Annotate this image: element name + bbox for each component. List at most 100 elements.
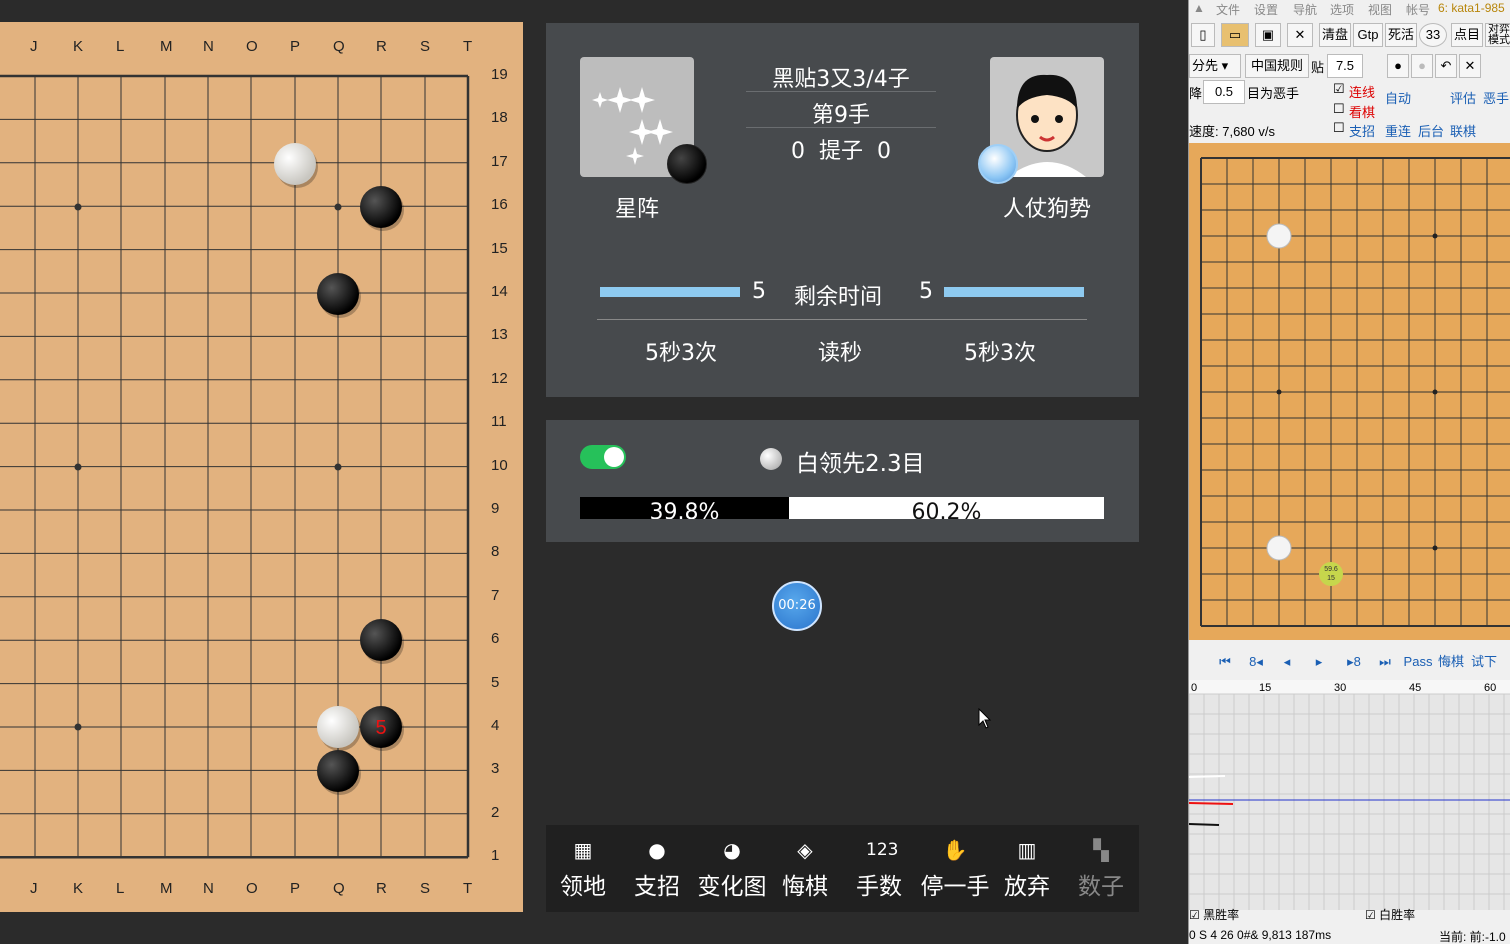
black-stone-icon: ● bbox=[1394, 58, 1402, 73]
analysis-board-grid[interactable]: 59.6 15 bbox=[1189, 143, 1510, 640]
column-label: N bbox=[203, 38, 214, 55]
handicap-select[interactable]: 分先 ▾ bbox=[1189, 54, 1241, 78]
white-stone-button[interactable]: ● bbox=[1411, 54, 1433, 78]
open-button[interactable]: ▭ bbox=[1221, 23, 1249, 47]
territory-button[interactable]: ▦ 领地 bbox=[547, 837, 619, 901]
menu-file[interactable]: 文件 bbox=[1216, 1, 1240, 18]
undo-nav-button[interactable]: 悔棋 bbox=[1437, 651, 1465, 673]
variation-button[interactable]: ◕ 变化图 bbox=[696, 837, 768, 901]
drop-input[interactable]: 0.5 bbox=[1203, 80, 1245, 104]
move-timer: 00:26 bbox=[772, 581, 822, 631]
winrate-graph-canvas[interactable]: 0 15 30 45 60 bbox=[1189, 680, 1510, 910]
first-move-button[interactable]: ⏮ bbox=[1215, 651, 1235, 673]
menu-options[interactable]: 选项 bbox=[1330, 1, 1354, 18]
close-button[interactable]: ✕ bbox=[1287, 23, 1313, 47]
column-label: Q bbox=[333, 38, 345, 55]
link-checkbox[interactable]: ☑ bbox=[1333, 81, 1345, 97]
star-point bbox=[74, 463, 82, 471]
folder-icon: ▭ bbox=[1228, 27, 1242, 42]
winrate-graph[interactable]: 0 15 30 45 60 bbox=[1189, 680, 1510, 910]
tool-label: 数子 bbox=[1078, 874, 1124, 900]
row-label: 7 bbox=[491, 586, 500, 604]
play-mode-button[interactable]: 对弈模式 bbox=[1485, 23, 1510, 47]
komi-input[interactable]: 7.5 bbox=[1327, 54, 1363, 78]
pass-button[interactable]: ✋ 停一手 bbox=[919, 837, 991, 901]
menu-view[interactable]: 视图 bbox=[1368, 1, 1392, 18]
black-winrate-value: 39.8% bbox=[649, 500, 720, 519]
cancel-button[interactable]: ✕ bbox=[1459, 54, 1481, 78]
black-winrate-bar: 39.8% bbox=[580, 497, 789, 519]
reconnect-button[interactable]: 重连 bbox=[1385, 121, 1411, 140]
prev-icon: ◂ bbox=[1283, 654, 1291, 669]
watch-checkbox[interactable]: ☐ bbox=[1333, 101, 1345, 117]
black-stone[interactable] bbox=[360, 186, 402, 228]
next-button[interactable]: ▸ bbox=[1309, 651, 1329, 673]
star-point bbox=[1432, 389, 1438, 395]
life-death-button[interactable]: 死活 bbox=[1385, 23, 1417, 47]
black-stone-button[interactable]: ● bbox=[1387, 54, 1409, 78]
pass-nav-button[interactable]: Pass bbox=[1403, 651, 1433, 673]
forward-8-button[interactable]: ▸8 bbox=[1341, 651, 1367, 673]
new-file-button[interactable]: ▯ bbox=[1191, 23, 1215, 47]
white-winrate-checkbox[interactable]: ☑ 白胜率 bbox=[1365, 906, 1415, 923]
column-label: M bbox=[160, 880, 173, 897]
navigation-bar: ⏮ 8◂ ◂ ▸ ▸8 ⏭ Pass 悔棋 试下 bbox=[1189, 645, 1510, 679]
byoyomi-label: 读秒 bbox=[818, 341, 863, 366]
eval-button[interactable]: 评估 bbox=[1450, 88, 1476, 107]
back-8-button[interactable]: 8◂ bbox=[1243, 651, 1269, 673]
engine-name[interactable]: 6: kata1-985 bbox=[1438, 1, 1505, 15]
back-button[interactable]: ↶ bbox=[1435, 54, 1457, 78]
try-button[interactable]: 试下 bbox=[1469, 651, 1499, 673]
go-board[interactable]: 5 J J K K L L M M N N O O P P Q Q R R S S T T 19 18 17 16 15 14 13 12… bbox=[0, 22, 523, 912]
last-move-number: 5 bbox=[375, 717, 386, 739]
white-stone[interactable] bbox=[1266, 223, 1292, 249]
column-label: R bbox=[376, 880, 387, 897]
white-stone[interactable] bbox=[317, 706, 359, 748]
rules-select[interactable]: 中国规则 bbox=[1245, 54, 1309, 78]
analysis-board[interactable]: 59.6 15 bbox=[1189, 143, 1510, 640]
gtp-button[interactable]: Gtp bbox=[1353, 23, 1383, 47]
menu-navigate[interactable]: 导航 bbox=[1293, 1, 1317, 18]
menu-account[interactable]: 帐号 bbox=[1406, 1, 1430, 18]
black-winrate-line bbox=[1189, 802, 1234, 805]
mouse-cursor-icon bbox=[978, 708, 992, 729]
save-button[interactable]: ▣ bbox=[1255, 23, 1281, 47]
row-label: 15 bbox=[491, 239, 508, 257]
bad-move-button[interactable]: 恶手 bbox=[1483, 88, 1509, 107]
column-label: M bbox=[160, 38, 173, 55]
clear-board-button[interactable]: 清盘 bbox=[1319, 23, 1351, 47]
count-button[interactable]: ▚ 数子 bbox=[1065, 837, 1137, 901]
move-numbers-button[interactable]: 123 手数 bbox=[843, 837, 915, 901]
white-stone[interactable] bbox=[274, 143, 316, 185]
black-stone[interactable] bbox=[317, 273, 359, 315]
row-label: 18 bbox=[491, 109, 508, 127]
white-stone[interactable] bbox=[1266, 535, 1292, 561]
row-label: 19 bbox=[491, 66, 508, 83]
undo-button[interactable]: ◈ 悔棋 bbox=[769, 837, 841, 901]
black-stone[interactable] bbox=[360, 619, 402, 661]
black-winrate-checkbox[interactable]: ☑ 黑胜率 bbox=[1189, 906, 1239, 923]
undo-icon: ◈ bbox=[797, 838, 813, 862]
prev-button[interactable]: ◂ bbox=[1277, 651, 1297, 673]
white-winrate-value: 60.2% bbox=[911, 500, 982, 519]
support-checkbox[interactable]: ☐ bbox=[1333, 120, 1345, 136]
count-points-button[interactable]: 点目 bbox=[1451, 23, 1483, 47]
graph-tick-label: 45 bbox=[1409, 682, 1421, 694]
white-stone-icon: ● bbox=[1418, 58, 1426, 73]
background-button[interactable]: 后台 bbox=[1418, 121, 1444, 140]
column-label: O bbox=[246, 880, 258, 897]
row-label: 13 bbox=[491, 326, 508, 344]
menu-settings[interactable]: 设置 bbox=[1254, 1, 1278, 18]
black-stone[interactable] bbox=[317, 750, 359, 792]
joint-button[interactable]: 联棋 bbox=[1450, 121, 1476, 140]
time-remaining-label: 剩余时间 bbox=[794, 285, 883, 310]
auto-button[interactable]: 自动 bbox=[1385, 88, 1411, 107]
hint-button[interactable]: ● 支招 bbox=[621, 837, 693, 901]
analysis-toggle[interactable] bbox=[580, 445, 626, 469]
last-move-button[interactable]: ⏭ bbox=[1375, 651, 1395, 673]
33-button[interactable]: 33 bbox=[1419, 23, 1447, 47]
white-time-bar bbox=[944, 287, 1084, 297]
board-grid[interactable]: 5 bbox=[0, 22, 523, 912]
resign-button[interactable]: ▥ 放弃 bbox=[991, 837, 1063, 901]
status-text: 0 S 4 26 0#& 9,813 187ms bbox=[1189, 928, 1332, 942]
